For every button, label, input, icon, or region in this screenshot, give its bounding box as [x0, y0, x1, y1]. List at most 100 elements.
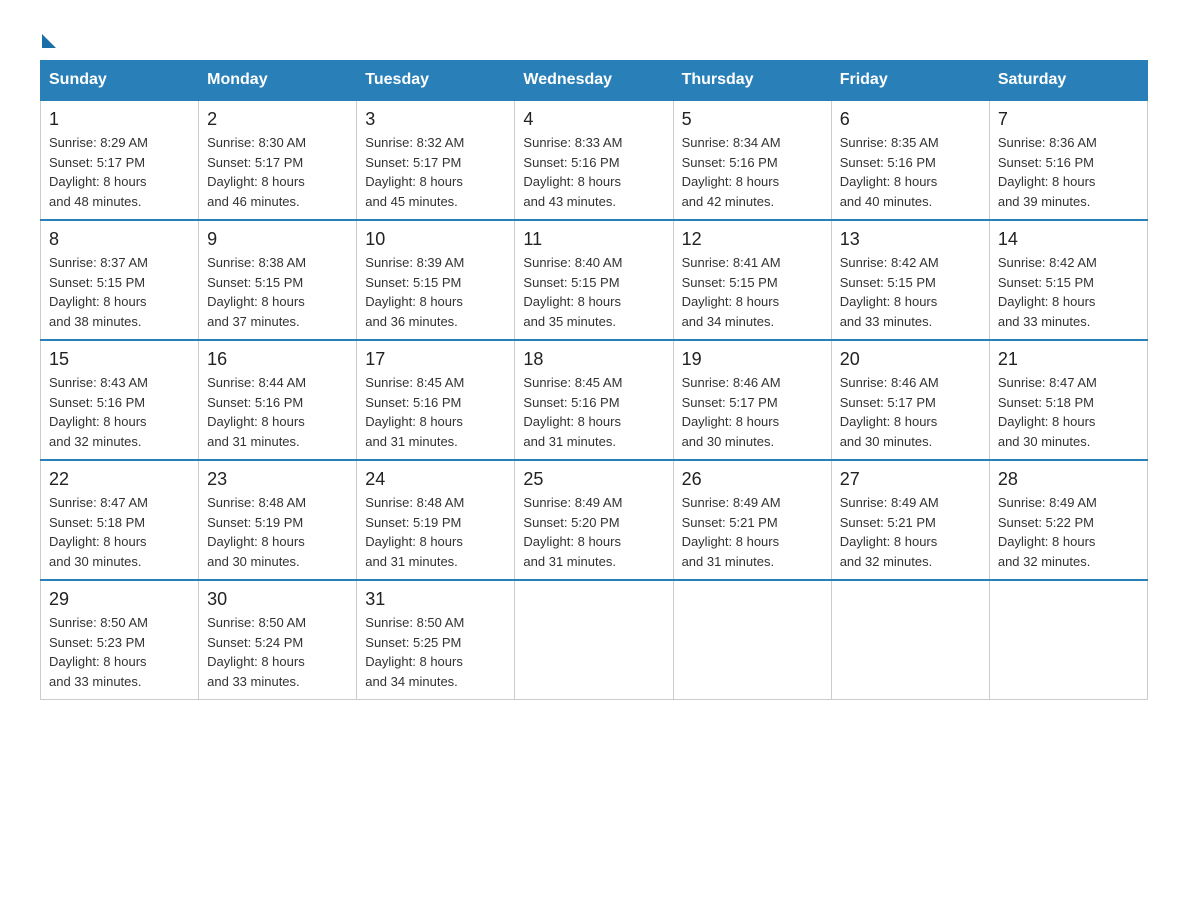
- day-number: 8: [49, 229, 190, 250]
- calendar-cell: 22 Sunrise: 8:47 AMSunset: 5:18 PMDayligh…: [41, 460, 199, 580]
- day-info: Sunrise: 8:32 AMSunset: 5:17 PMDaylight:…: [365, 133, 506, 211]
- calendar-cell: 23 Sunrise: 8:48 AMSunset: 5:19 PMDayligh…: [199, 460, 357, 580]
- calendar-cell: 6Sunrise: 8:35 AMSunset: 5:16 PMDaylight…: [831, 100, 989, 220]
- calendar-cell: 9Sunrise: 8:38 AMSunset: 5:15 PMDaylight…: [199, 220, 357, 340]
- day-number: 26: [682, 469, 823, 490]
- calendar-cell: 1 Sunrise: 8:29 AMSunset: 5:17 PMDaylight…: [41, 100, 199, 220]
- day-number: 22: [49, 469, 190, 490]
- calendar-cell: 29 Sunrise: 8:50 AMSunset: 5:23 PMDayligh…: [41, 580, 199, 700]
- calendar-cell: 27 Sunrise: 8:49 AMSunset: 5:21 PMDayligh…: [831, 460, 989, 580]
- day-info: Sunrise: 8:49 AMSunset: 5:21 PMDaylight:…: [840, 493, 981, 571]
- day-number: 19: [682, 349, 823, 370]
- day-info: Sunrise: 8:36 AMSunset: 5:16 PMDaylight:…: [998, 133, 1139, 211]
- calendar-cell: [831, 580, 989, 700]
- day-number: 28: [998, 469, 1139, 490]
- calendar-cell: 31 Sunrise: 8:50 AMSunset: 5:25 PMDayligh…: [357, 580, 515, 700]
- calendar-cell: 28 Sunrise: 8:49 AMSunset: 5:22 PMDayligh…: [989, 460, 1147, 580]
- day-info: Sunrise: 8:40 AMSunset: 5:15 PMDaylight:…: [523, 253, 664, 331]
- day-number: 14: [998, 229, 1139, 250]
- day-info: Sunrise: 8:42 AMSunset: 5:15 PMDaylight:…: [998, 253, 1139, 331]
- day-info: Sunrise: 8:50 AMSunset: 5:25 PMDaylight:…: [365, 613, 506, 691]
- calendar-cell: 2 Sunrise: 8:30 AMSunset: 5:17 PMDaylight…: [199, 100, 357, 220]
- calendar-cell: 12 Sunrise: 8:41 AMSunset: 5:15 PMDayligh…: [673, 220, 831, 340]
- week-row-1: 1 Sunrise: 8:29 AMSunset: 5:17 PMDaylight…: [41, 100, 1148, 220]
- calendar-cell: 10 Sunrise: 8:39 AMSunset: 5:15 PMDayligh…: [357, 220, 515, 340]
- calendar-cell: 8 Sunrise: 8:37 AMSunset: 5:15 PMDaylight…: [41, 220, 199, 340]
- day-number: 21: [998, 349, 1139, 370]
- header-cell-tuesday: Tuesday: [357, 61, 515, 101]
- day-number: 17: [365, 349, 506, 370]
- logo-top: [40, 30, 56, 48]
- day-info: Sunrise: 8:45 AMSunset: 5:16 PMDaylight:…: [523, 373, 664, 451]
- header-cell-sunday: Sunday: [41, 61, 199, 101]
- day-number: 29: [49, 589, 190, 610]
- day-info: Sunrise: 8:44 AMSunset: 5:16 PMDaylight:…: [207, 373, 348, 451]
- calendar-cell: 5 Sunrise: 8:34 AMSunset: 5:16 PMDaylight…: [673, 100, 831, 220]
- day-info: Sunrise: 8:33 AMSunset: 5:16 PMDaylight:…: [523, 133, 664, 211]
- calendar-cell: 11Sunrise: 8:40 AMSunset: 5:15 PMDayligh…: [515, 220, 673, 340]
- calendar-cell: 24 Sunrise: 8:48 AMSunset: 5:19 PMDayligh…: [357, 460, 515, 580]
- day-number: 25: [523, 469, 664, 490]
- calendar-cell: 20 Sunrise: 8:46 AMSunset: 5:17 PMDayligh…: [831, 340, 989, 460]
- day-number: 15: [49, 349, 190, 370]
- day-number: 23: [207, 469, 348, 490]
- week-row-4: 22 Sunrise: 8:47 AMSunset: 5:18 PMDayligh…: [41, 460, 1148, 580]
- day-number: 31: [365, 589, 506, 610]
- day-number: 1: [49, 109, 190, 130]
- calendar-cell: 21 Sunrise: 8:47 AMSunset: 5:18 PMDayligh…: [989, 340, 1147, 460]
- day-info: Sunrise: 8:45 AMSunset: 5:16 PMDaylight:…: [365, 373, 506, 451]
- day-number: 10: [365, 229, 506, 250]
- calendar-cell: [673, 580, 831, 700]
- day-info: Sunrise: 8:48 AMSunset: 5:19 PMDaylight:…: [365, 493, 506, 571]
- calendar-body: 1 Sunrise: 8:29 AMSunset: 5:17 PMDaylight…: [41, 100, 1148, 700]
- page-header: [40, 30, 1148, 40]
- day-info: Sunrise: 8:38 AMSunset: 5:15 PMDaylight:…: [207, 253, 348, 331]
- day-number: 7: [998, 109, 1139, 130]
- calendar-header: SundayMondayTuesdayWednesdayThursdayFrid…: [41, 61, 1148, 101]
- day-info: Sunrise: 8:50 AMSunset: 5:23 PMDaylight:…: [49, 613, 190, 691]
- header-cell-saturday: Saturday: [989, 61, 1147, 101]
- day-number: 24: [365, 469, 506, 490]
- day-info: Sunrise: 8:48 AMSunset: 5:19 PMDaylight:…: [207, 493, 348, 571]
- day-info: Sunrise: 8:34 AMSunset: 5:16 PMDaylight:…: [682, 133, 823, 211]
- day-info: Sunrise: 8:35 AMSunset: 5:16 PMDaylight:…: [840, 133, 981, 211]
- header-cell-friday: Friday: [831, 61, 989, 101]
- day-number: 12: [682, 229, 823, 250]
- day-info: Sunrise: 8:37 AMSunset: 5:15 PMDaylight:…: [49, 253, 190, 331]
- calendar-cell: 17 Sunrise: 8:45 AMSunset: 5:16 PMDayligh…: [357, 340, 515, 460]
- calendar-cell: 13Sunrise: 8:42 AMSunset: 5:15 PMDayligh…: [831, 220, 989, 340]
- calendar-cell: 3Sunrise: 8:32 AMSunset: 5:17 PMDaylight…: [357, 100, 515, 220]
- header-cell-wednesday: Wednesday: [515, 61, 673, 101]
- day-info: Sunrise: 8:39 AMSunset: 5:15 PMDaylight:…: [365, 253, 506, 331]
- day-number: 27: [840, 469, 981, 490]
- calendar-cell: 15 Sunrise: 8:43 AMSunset: 5:16 PMDayligh…: [41, 340, 199, 460]
- calendar-table: SundayMondayTuesdayWednesdayThursdayFrid…: [40, 60, 1148, 700]
- day-info: Sunrise: 8:49 AMSunset: 5:22 PMDaylight:…: [998, 493, 1139, 571]
- calendar-cell: 18 Sunrise: 8:45 AMSunset: 5:16 PMDayligh…: [515, 340, 673, 460]
- day-info: Sunrise: 8:46 AMSunset: 5:17 PMDaylight:…: [840, 373, 981, 451]
- day-number: 2: [207, 109, 348, 130]
- day-number: 20: [840, 349, 981, 370]
- day-info: Sunrise: 8:43 AMSunset: 5:16 PMDaylight:…: [49, 373, 190, 451]
- calendar-cell: 30Sunrise: 8:50 AMSunset: 5:24 PMDayligh…: [199, 580, 357, 700]
- header-cell-thursday: Thursday: [673, 61, 831, 101]
- day-info: Sunrise: 8:30 AMSunset: 5:17 PMDaylight:…: [207, 133, 348, 211]
- day-info: Sunrise: 8:47 AMSunset: 5:18 PMDaylight:…: [998, 373, 1139, 451]
- day-number: 4: [523, 109, 664, 130]
- week-row-2: 8 Sunrise: 8:37 AMSunset: 5:15 PMDaylight…: [41, 220, 1148, 340]
- day-info: Sunrise: 8:46 AMSunset: 5:17 PMDaylight:…: [682, 373, 823, 451]
- week-row-3: 15 Sunrise: 8:43 AMSunset: 5:16 PMDayligh…: [41, 340, 1148, 460]
- day-number: 18: [523, 349, 664, 370]
- day-info: Sunrise: 8:47 AMSunset: 5:18 PMDaylight:…: [49, 493, 190, 571]
- calendar-cell: 4 Sunrise: 8:33 AMSunset: 5:16 PMDaylight…: [515, 100, 673, 220]
- calendar-cell: 16Sunrise: 8:44 AMSunset: 5:16 PMDayligh…: [199, 340, 357, 460]
- calendar-cell: 26Sunrise: 8:49 AMSunset: 5:21 PMDayligh…: [673, 460, 831, 580]
- header-row: SundayMondayTuesdayWednesdayThursdayFrid…: [41, 61, 1148, 101]
- day-info: Sunrise: 8:49 AMSunset: 5:20 PMDaylight:…: [523, 493, 664, 571]
- day-number: 5: [682, 109, 823, 130]
- calendar-cell: [989, 580, 1147, 700]
- day-info: Sunrise: 8:50 AMSunset: 5:24 PMDaylight:…: [207, 613, 348, 691]
- calendar-cell: 25 Sunrise: 8:49 AMSunset: 5:20 PMDayligh…: [515, 460, 673, 580]
- day-info: Sunrise: 8:29 AMSunset: 5:17 PMDaylight:…: [49, 133, 190, 211]
- day-info: Sunrise: 8:41 AMSunset: 5:15 PMDaylight:…: [682, 253, 823, 331]
